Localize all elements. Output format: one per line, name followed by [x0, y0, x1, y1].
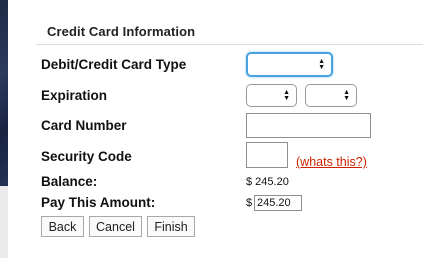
- card-number-input[interactable]: [246, 113, 371, 138]
- back-button[interactable]: Back: [41, 216, 84, 237]
- expiration-label: Expiration: [41, 88, 108, 103]
- security-code-label: Security Code: [41, 149, 132, 164]
- left-rail: [0, 186, 8, 258]
- card-number-label: Card Number: [41, 118, 127, 133]
- select-arrows-icon: ▲ ▼: [283, 88, 290, 102]
- balance-value: $ 245.20: [246, 176, 289, 188]
- section-title: Credit Card Information: [47, 24, 196, 39]
- section-divider: [36, 44, 423, 45]
- security-code-input[interactable]: [246, 142, 288, 168]
- cancel-button[interactable]: Cancel: [89, 216, 142, 237]
- left-decorative-bar: [0, 0, 8, 186]
- pay-amount-input[interactable]: [254, 195, 302, 211]
- pay-amount-label: Pay This Amount:: [41, 195, 156, 210]
- expiration-month-select[interactable]: ▲ ▼: [246, 84, 297, 107]
- pay-currency-symbol: $: [246, 197, 253, 209]
- balance-label: Balance:: [41, 174, 98, 189]
- card-type-select[interactable]: ▲ ▼: [246, 52, 333, 77]
- finish-button[interactable]: Finish: [147, 216, 195, 237]
- select-arrows-icon: ▲ ▼: [318, 57, 325, 71]
- card-type-label: Debit/Credit Card Type: [41, 57, 187, 72]
- whats-this-link[interactable]: (whats this?): [296, 155, 367, 169]
- expiration-year-select[interactable]: ▲ ▼: [305, 84, 357, 107]
- select-arrows-icon: ▲ ▼: [343, 88, 350, 102]
